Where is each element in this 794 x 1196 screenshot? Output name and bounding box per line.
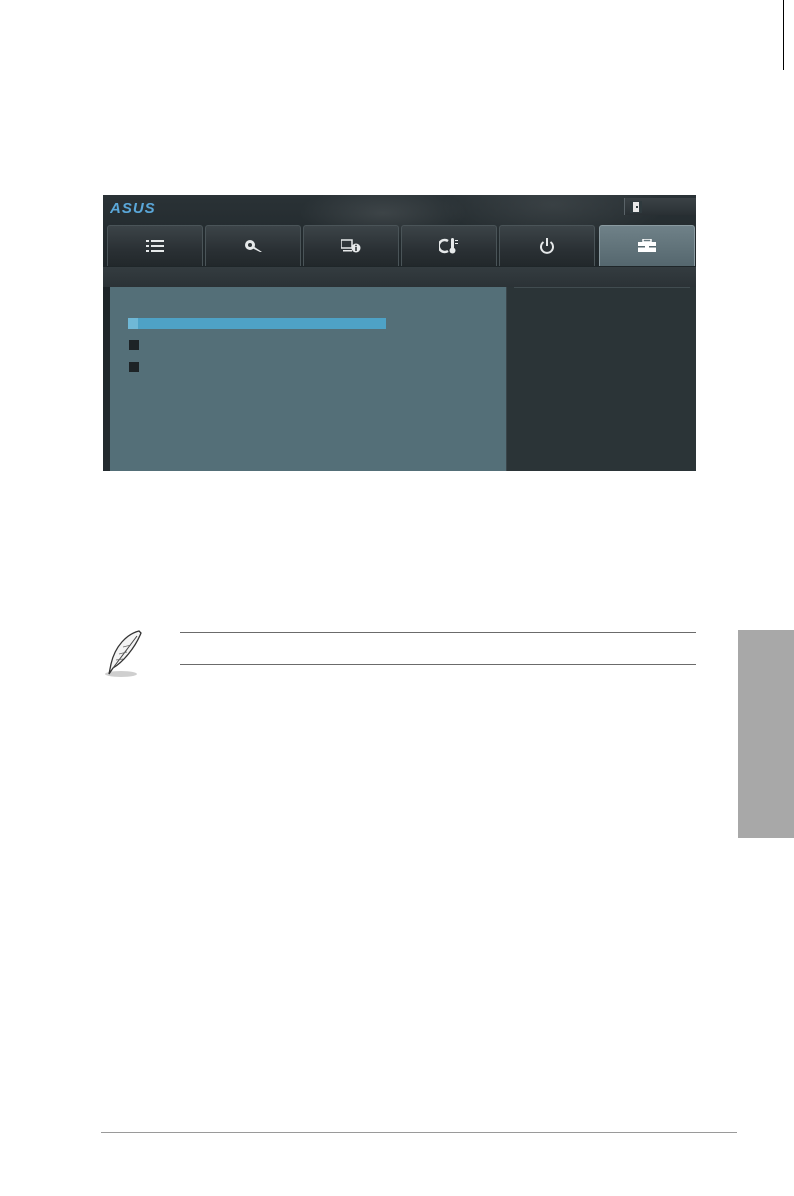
exit-door-icon: [630, 201, 642, 213]
tweaker-icon: [245, 240, 262, 252]
note-bottom-rule: [180, 664, 696, 665]
note-top-rule: [180, 632, 696, 633]
asus-logo: ASUS: [110, 200, 156, 216]
bios-screenshot: ASUS: [103, 195, 696, 471]
tab-ai-tweaker[interactable]: [205, 225, 301, 266]
power-icon: [540, 238, 554, 254]
list-icon: [146, 240, 164, 252]
main-settings-panel: [110, 287, 506, 471]
footer-rule: [101, 1132, 737, 1133]
svg-text:ASUS: ASUS: [110, 200, 156, 216]
tab-boot[interactable]: [499, 225, 595, 266]
menu-item-selected[interactable]: [128, 318, 386, 329]
tab-tool[interactable]: [599, 225, 695, 266]
chapter-side-tab: [738, 630, 794, 838]
help-panel: [506, 287, 696, 471]
breadcrumb-bar: [103, 267, 696, 287]
menu-item[interactable]: [129, 362, 139, 372]
tab-monitor[interactable]: [401, 225, 497, 266]
advanced-info-icon: [341, 239, 361, 253]
top-margin-rule: [783, 0, 784, 70]
item-bullet: [128, 318, 138, 329]
help-divider: [514, 287, 690, 288]
tab-advanced[interactable]: [303, 225, 399, 266]
toolbox-icon: [638, 239, 656, 252]
menu-tabs: [107, 225, 695, 266]
feather-pen-icon: [105, 630, 142, 677]
exit-button[interactable]: [624, 198, 696, 215]
monitor-thermometer-icon: [439, 238, 458, 254]
menu-item[interactable]: [129, 340, 139, 350]
tab-main[interactable]: [107, 225, 203, 266]
